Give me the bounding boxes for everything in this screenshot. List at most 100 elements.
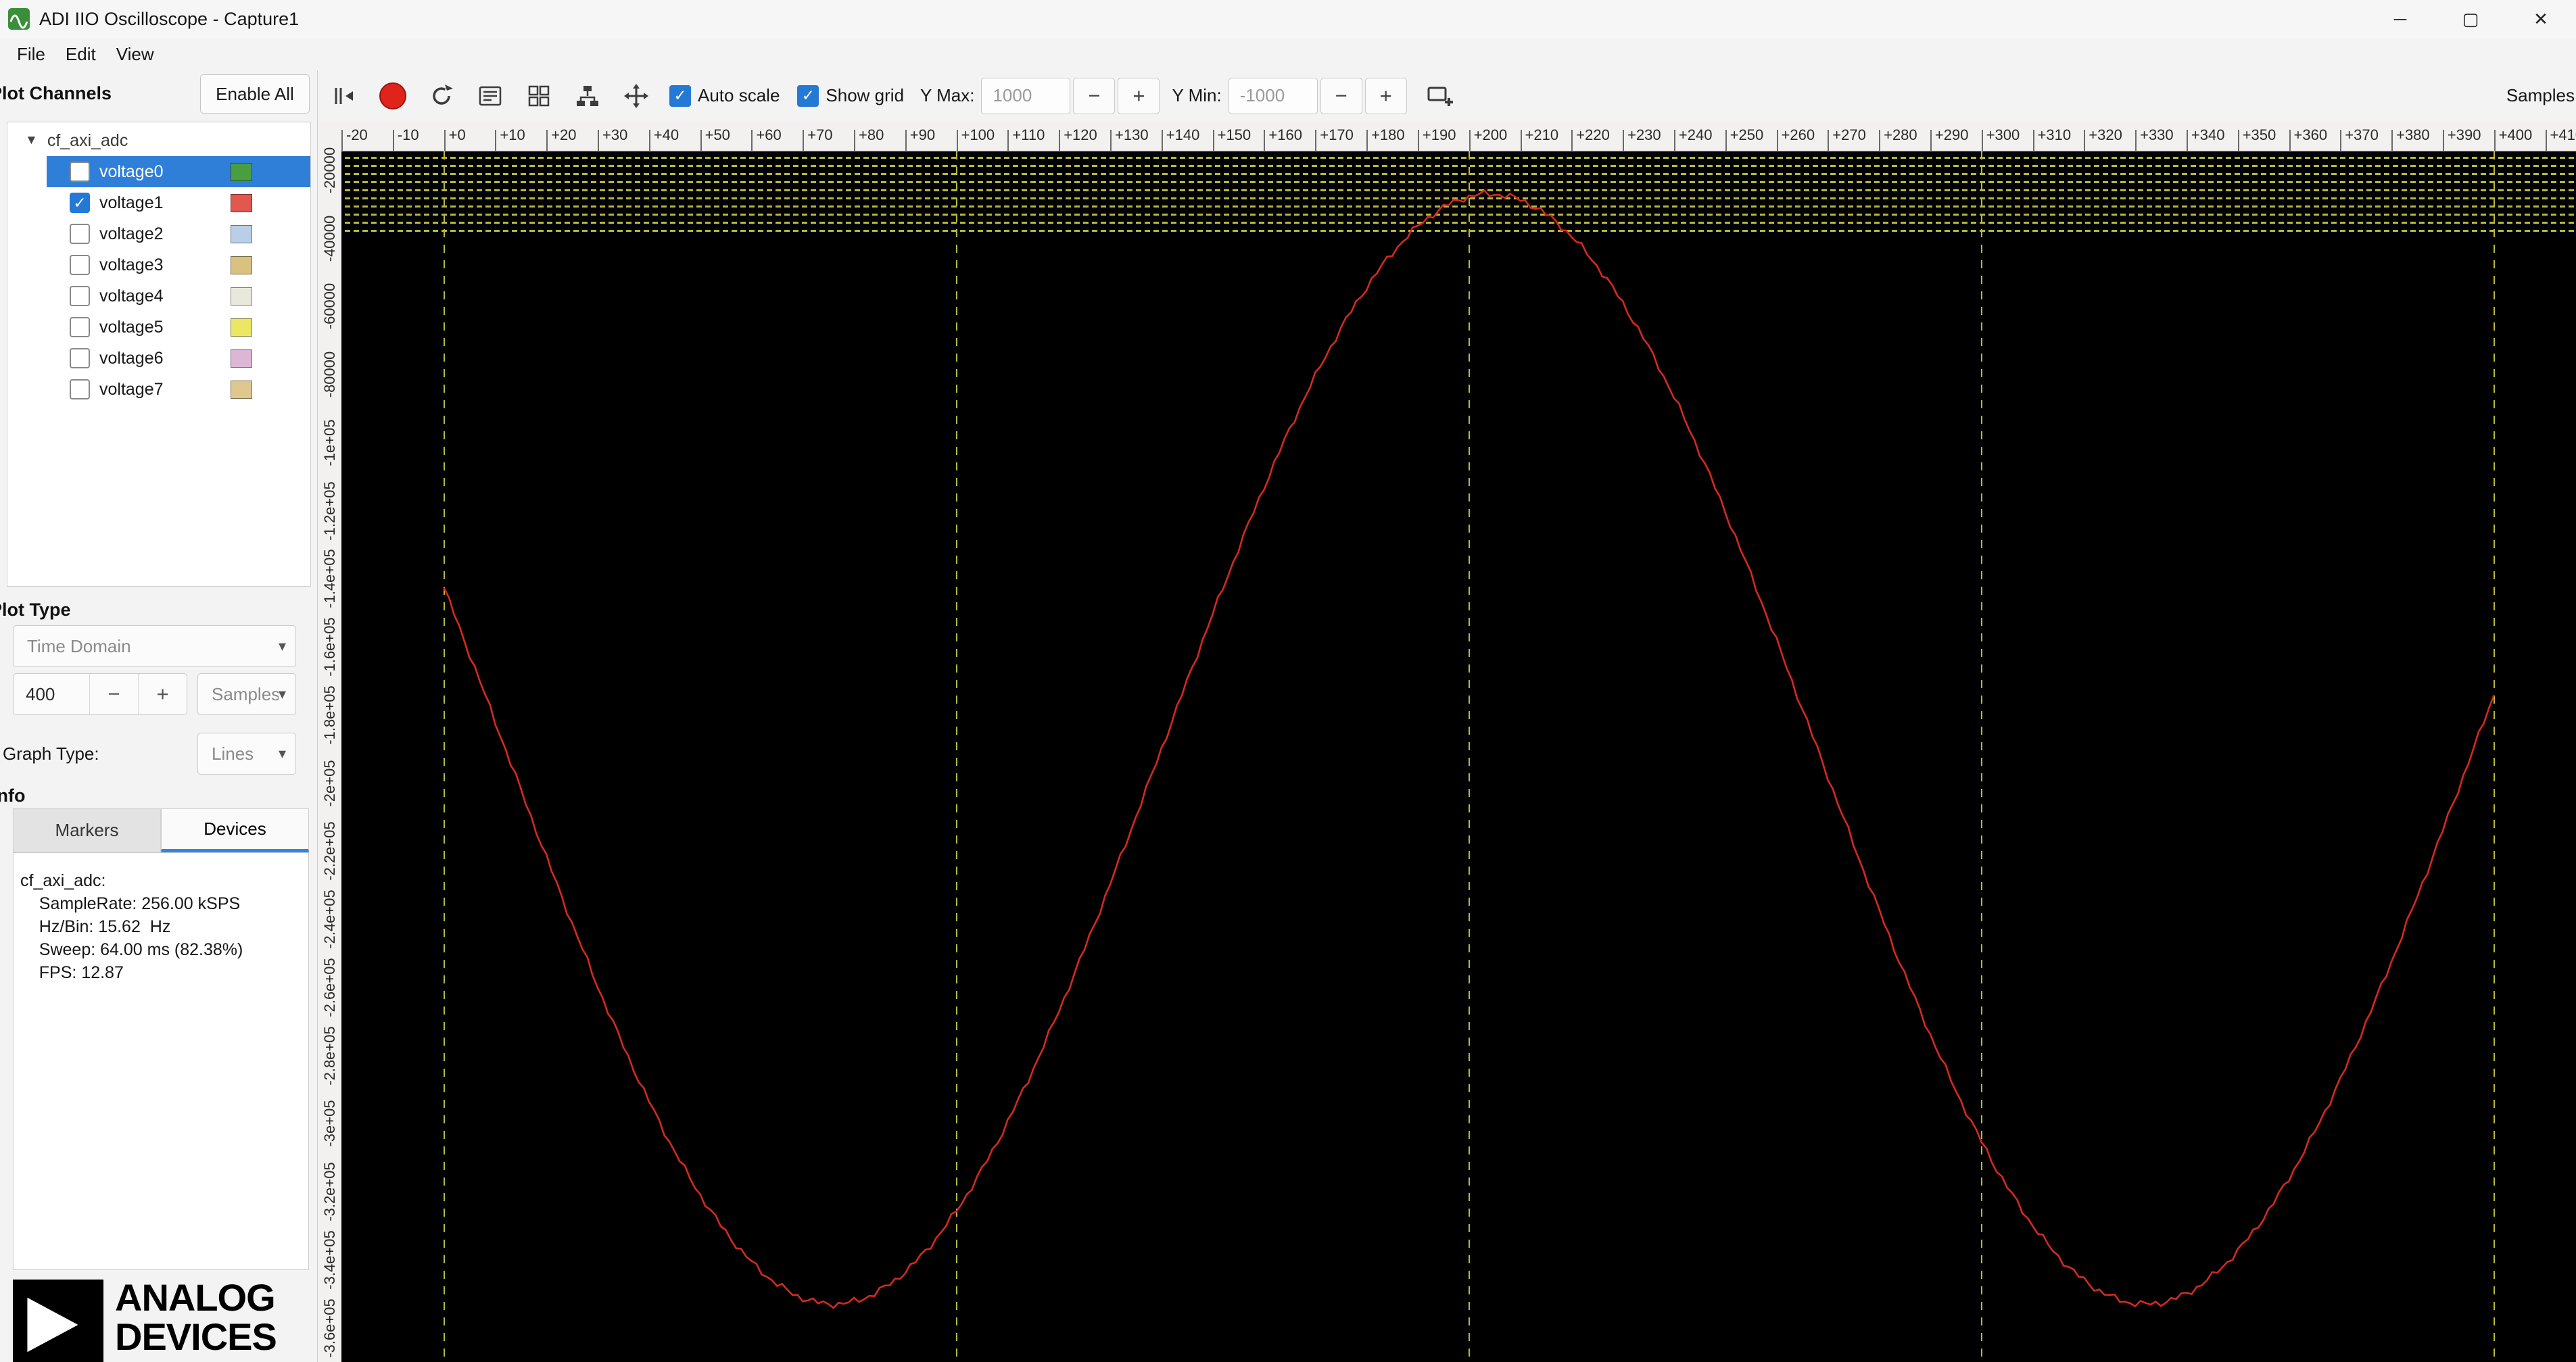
channel-color-swatch [231, 287, 252, 306]
x-tick-mark [2494, 130, 2496, 151]
y-max-decrement-button[interactable]: − [1073, 77, 1116, 114]
markers-icon [479, 86, 502, 105]
graph-type-label: Graph Type: [3, 744, 99, 764]
plot-type-value: Time Domain [27, 635, 131, 656]
channel-checkbox-voltage0[interactable] [70, 162, 90, 182]
channel-row-voltage3[interactable]: voltage3 [47, 249, 310, 281]
channel-checkbox-voltage5[interactable] [70, 317, 90, 337]
y-tick-label: -2.4e+05 [320, 890, 338, 949]
x-tick-label: +20 [551, 126, 577, 143]
capture-record-button[interactable] [375, 78, 411, 114]
plot-canvas[interactable] [341, 151, 2576, 1362]
show-grid-checkbox[interactable]: ✓ Show grid [797, 84, 905, 107]
tab-devices[interactable]: Devices [161, 808, 309, 852]
tab-markers[interactable]: Markers [13, 808, 161, 852]
enable-all-button[interactable]: Enable All [200, 74, 310, 114]
x-tick-label: +0 [448, 126, 466, 143]
y-tick-label: -3e+05 [320, 1100, 338, 1147]
restart-capture-button[interactable] [423, 78, 460, 114]
minimize-button[interactable]: ─ [2365, 0, 2435, 38]
x-tick-label: +30 [602, 126, 628, 143]
x-tick-label: +150 [1217, 126, 1251, 143]
y-min-decrement-button[interactable]: − [1320, 77, 1362, 114]
x-tick-label: +350 [2242, 126, 2276, 143]
x-tick-mark [1520, 130, 1522, 151]
device-tree-button[interactable] [569, 78, 606, 114]
device-info-line: SampleRate: 256.00 kSPS [20, 894, 241, 913]
pan-button[interactable] [618, 78, 654, 114]
y-max-label: Y Max: [920, 85, 975, 105]
y-max-increment-button[interactable]: + [1118, 77, 1160, 114]
channel-checkbox-voltage2[interactable] [70, 224, 90, 244]
x-tick-label: +410 [2550, 126, 2576, 143]
analog-devices-logo-text: ANALOG DEVICES [115, 1278, 277, 1357]
x-tick-label: +400 [2498, 126, 2533, 143]
channel-row-voltage4[interactable]: voltage4 [47, 281, 310, 312]
channel-row-voltage2[interactable]: voltage2 [47, 218, 310, 249]
sample-count-value[interactable]: 400 [14, 674, 89, 714]
close-button[interactable]: ✕ [2506, 0, 2576, 38]
x-tick-mark [1776, 130, 1778, 151]
auto-scale-checkbox-box: ✓ [669, 84, 691, 107]
channel-group-row[interactable]: ▼ cf_axi_adc [7, 125, 310, 156]
channel-row-voltage6[interactable]: voltage6 [47, 343, 310, 374]
x-tick-label: +90 [909, 126, 936, 143]
y-tick-label: -80000 [320, 351, 338, 398]
x-tick-label: +100 [961, 126, 995, 143]
x-tick-mark [598, 130, 599, 151]
x-tick-mark [2340, 130, 2342, 151]
show-grid-checkbox-box: ✓ [797, 84, 819, 107]
x-axis-units-select[interactable]: Samples [2506, 85, 2575, 106]
x-tick-label: +240 [1678, 126, 1713, 143]
channel-row-voltage1[interactable]: ✓ voltage1 [47, 187, 310, 218]
x-tick-label: +390 [2447, 126, 2481, 143]
show-grid-label: Show grid [826, 85, 905, 105]
graph-type-value: Lines [212, 743, 254, 764]
channel-checkbox-voltage3[interactable] [70, 255, 90, 275]
pan-icon [624, 83, 648, 108]
x-tick-label: +250 [1730, 126, 1764, 143]
channel-checkbox-voltage1[interactable]: ✓ [70, 193, 90, 213]
x-tick-mark [1161, 130, 1163, 151]
new-plot-icon [1427, 87, 1453, 106]
menu-item-view[interactable]: View [106, 44, 164, 65]
device-info-line: FPS: 12.87 [20, 963, 124, 982]
x-tick-label: +120 [1064, 126, 1097, 143]
channel-checkbox-voltage4[interactable] [70, 286, 90, 306]
y-min-increment-button[interactable]: + [1364, 77, 1407, 114]
x-tick-label: +220 [1576, 126, 1610, 143]
channel-row-voltage7[interactable]: voltage7 [47, 374, 310, 405]
menu-item-file[interactable]: File [7, 44, 55, 65]
maximize-button[interactable]: ▢ [2435, 0, 2506, 38]
x-tick-label: +50 [705, 126, 730, 143]
menu-item-edit[interactable]: Edit [55, 44, 106, 65]
sample-count-decrement-button[interactable]: − [89, 674, 138, 714]
x-tick-mark [341, 130, 343, 151]
y-tick-label: -1.6e+05 [320, 617, 338, 677]
sample-unit-select[interactable]: Samples ▾ [197, 673, 296, 715]
plot-shell: -20000 -40000 -60000 -80000 -1e+05 -1.2e+05 -1… [318, 121, 2576, 1362]
markers-button[interactable] [472, 78, 508, 114]
channel-row-voltage5[interactable]: voltage5 [47, 312, 310, 343]
sample-unit-value: Samples [212, 683, 279, 704]
x-tick-label: +260 [1781, 126, 1815, 143]
y-max-input[interactable]: 1000 [981, 77, 1071, 114]
channel-row-voltage0[interactable]: voltage0 [47, 156, 310, 187]
channel-checkbox-voltage7[interactable] [70, 379, 90, 399]
window-grid-button[interactable] [521, 78, 557, 114]
y-tick-label: -20000 [320, 147, 338, 193]
channel-checkbox-voltage6[interactable] [70, 348, 90, 368]
x-tick-mark [1110, 130, 1112, 151]
plot-type-select[interactable]: Time Domain ▾ [13, 625, 296, 667]
sample-count-increment-button[interactable]: + [138, 674, 187, 714]
x-tick-label: +40 [653, 126, 679, 143]
channel-color-swatch [231, 318, 252, 337]
x-tick-label: +200 [1473, 126, 1508, 143]
new-plot-button[interactable] [1422, 78, 1458, 114]
graph-type-select[interactable]: Lines ▾ [197, 733, 296, 775]
restart-icon [433, 84, 453, 105]
auto-scale-checkbox[interactable]: ✓ Auto scale [669, 84, 780, 107]
y-min-input[interactable]: -1000 [1228, 77, 1318, 114]
toggle-left-panel-button[interactable] [326, 78, 362, 114]
x-tick-mark [392, 130, 394, 151]
